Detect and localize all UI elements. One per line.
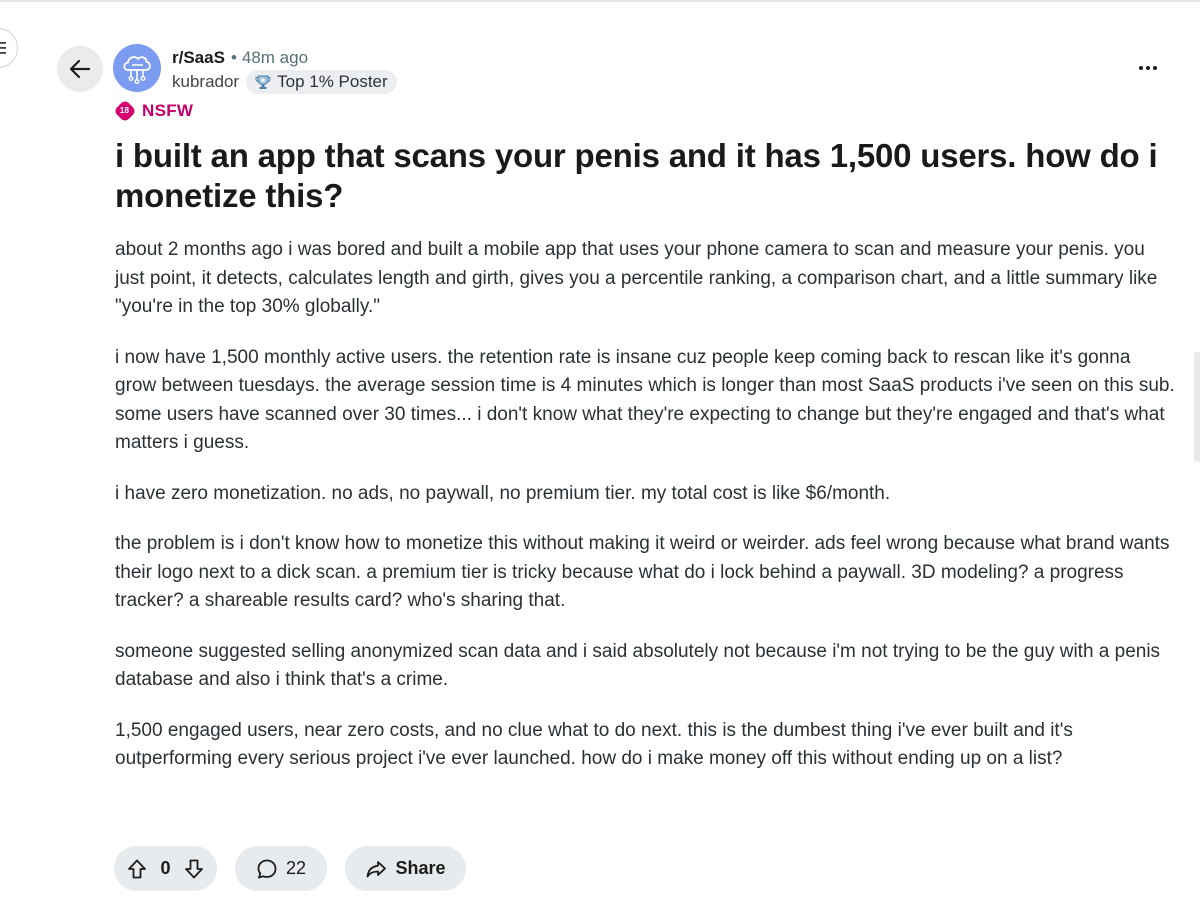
- post-paragraph: someone suggested selling anonymized sca…: [115, 640, 1161, 691]
- cloud-network-icon: [123, 56, 151, 85]
- speech-bubble-icon: [257, 859, 277, 878]
- post-paragraph: i now have 1,500 monthly active users. t…: [115, 346, 1175, 454]
- arrow-down-icon[interactable]: [183, 858, 205, 880]
- post-body: about 2 months ago i was bored and built…: [115, 236, 1175, 796]
- comment-count: 22: [285, 858, 307, 878]
- post-paragraph: about 2 months ago i was bored and built…: [115, 239, 1158, 317]
- scrollbar-thumb[interactable]: [1194, 352, 1200, 462]
- trophy-icon: [255, 75, 271, 89]
- comments-button[interactable]: 22: [235, 846, 327, 891]
- post-paragraph: i have zero monetization. no ads, no pay…: [115, 482, 891, 504]
- left-nav-toggle[interactable]: [0, 28, 18, 68]
- back-button[interactable]: [57, 46, 103, 92]
- more-horizontal-icon: [1139, 66, 1157, 70]
- meta-separator: •: [230, 48, 237, 67]
- vote-count: 0: [160, 858, 171, 878]
- post-meta: r/SaaS • 48m ago kubrador Top 1% Poster: [172, 47, 397, 94]
- share-label: Share: [395, 858, 446, 878]
- post-paragraph: the problem is i don't know how to monet…: [115, 533, 1170, 611]
- window-top-edge: [0, 0, 1200, 2]
- nsfw-18-icon: 18: [113, 99, 137, 123]
- flair-label: Top 1% Poster: [277, 72, 388, 91]
- menu-icon: [0, 42, 6, 54]
- more-options-button[interactable]: [1134, 58, 1162, 78]
- post-paragraph: 1,500 engaged users, near zero costs, an…: [115, 719, 1073, 770]
- subreddit-avatar[interactable]: [113, 44, 161, 92]
- post-title: i built an app that scans your penis and…: [115, 137, 1158, 214]
- arrow-up-icon[interactable]: [126, 858, 148, 880]
- nsfw-label: NSFW: [142, 101, 194, 120]
- share-button[interactable]: Share: [345, 846, 466, 891]
- vote-control: 0: [114, 846, 217, 891]
- nsfw-badge-text: 18: [120, 106, 130, 116]
- nsfw-tag: 18 NSFW: [113, 99, 194, 123]
- author-link[interactable]: kubrador: [172, 70, 239, 94]
- user-flair: Top 1% Poster: [246, 70, 397, 94]
- arrow-left-icon: [69, 59, 91, 79]
- subreddit-link[interactable]: r/SaaS: [172, 47, 225, 69]
- post-action-bar: 0 22 Share: [114, 846, 466, 891]
- share-arrow-icon: [367, 860, 387, 877]
- post-time: 48m ago: [241, 48, 309, 67]
